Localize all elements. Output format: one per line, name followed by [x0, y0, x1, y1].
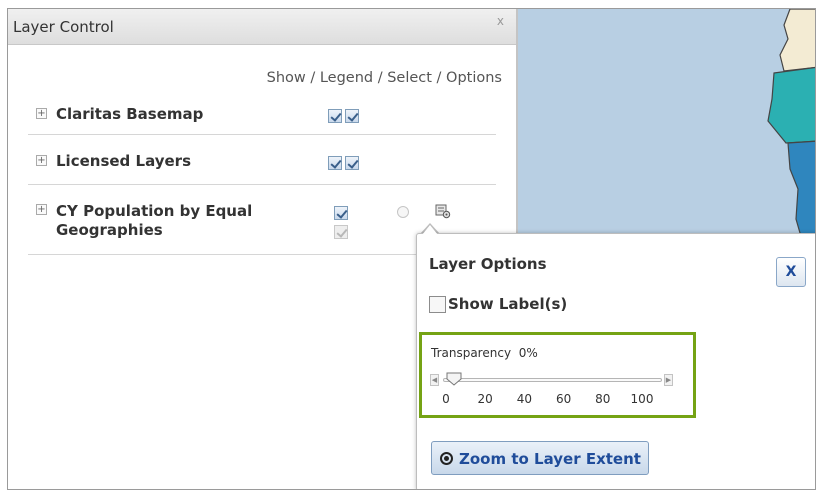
show-labels-text: Show Label(s)	[448, 295, 568, 313]
layer-row-claritas-basemap: + Claritas Basemap	[28, 95, 496, 135]
layer-row-licensed-layers: + Licensed Layers	[28, 135, 496, 185]
slider-tick-labels: 0 20 40 60 80 100	[434, 392, 674, 406]
land-tan-north	[779, 9, 815, 72]
plus-box-icon[interactable]: +	[36, 155, 47, 166]
transparency-slider[interactable]: ◀ ▶	[430, 372, 674, 388]
show-labels-checkbox[interactable]	[429, 296, 446, 313]
show-checkbox[interactable]	[334, 206, 348, 220]
plus-box-icon[interactable]: +	[36, 204, 47, 215]
layer-name: Claritas Basemap	[56, 105, 204, 123]
zoom-button-label: Zoom to Layer Extent	[459, 450, 641, 468]
region-teal	[767, 66, 815, 144]
slider-tick-label: 80	[595, 392, 611, 406]
transparency-value: 0%	[518, 346, 538, 360]
transparency-label: Transparency 0%	[431, 346, 538, 360]
transparency-highlight-box: Transparency 0% ◀ ▶ 0 20 40 60 80 100	[419, 332, 696, 418]
panel-close-icon[interactable]: x	[497, 14, 504, 28]
slider-tick-label: 40	[516, 392, 533, 406]
radio-circle-icon[interactable]	[397, 206, 409, 218]
slider-track[interactable]	[443, 378, 662, 382]
slider-right-arrow-icon[interactable]: ▶	[664, 374, 673, 386]
popup-pointer-inner	[422, 225, 438, 235]
layer-options-popup: Layer Options X Show Label(s) Transparen…	[416, 233, 815, 489]
show-checkbox[interactable]	[328, 109, 342, 123]
legend-checkbox[interactable]	[345, 156, 359, 170]
slider-left-arrow-icon[interactable]: ◀	[430, 374, 439, 386]
layer-name-line2: Geographies	[56, 221, 163, 239]
show-checkbox[interactable]	[328, 156, 342, 170]
zoom-to-layer-extent-button[interactable]: Zoom to Layer Extent	[431, 441, 649, 475]
legend-checkbox-disabled	[334, 225, 348, 239]
popup-title: Layer Options	[429, 255, 547, 273]
legend-checkbox[interactable]	[345, 109, 359, 123]
slider-thumb[interactable]	[446, 372, 462, 386]
slider-tick-label: 60	[555, 392, 572, 406]
slider-tick-label: 0	[442, 392, 450, 406]
columns-header: Show / Legend / Select / Options	[266, 70, 502, 86]
target-icon	[440, 452, 453, 465]
panel-title: Layer Control	[13, 18, 114, 36]
layer-name: Licensed Layers	[56, 152, 191, 170]
slider-tick-label: 20	[477, 392, 493, 406]
popup-close-button[interactable]: X	[776, 257, 806, 287]
options-gear-icon[interactable]	[435, 203, 451, 219]
panel-header: Layer Control x	[8, 9, 516, 45]
layer-name-line1: CY Population by Equal	[56, 202, 253, 220]
plus-box-icon[interactable]: +	[36, 108, 47, 119]
app-frame: Layer Control x Show / Legend / Select /…	[7, 8, 816, 490]
slider-tick-label: 100	[630, 392, 654, 406]
